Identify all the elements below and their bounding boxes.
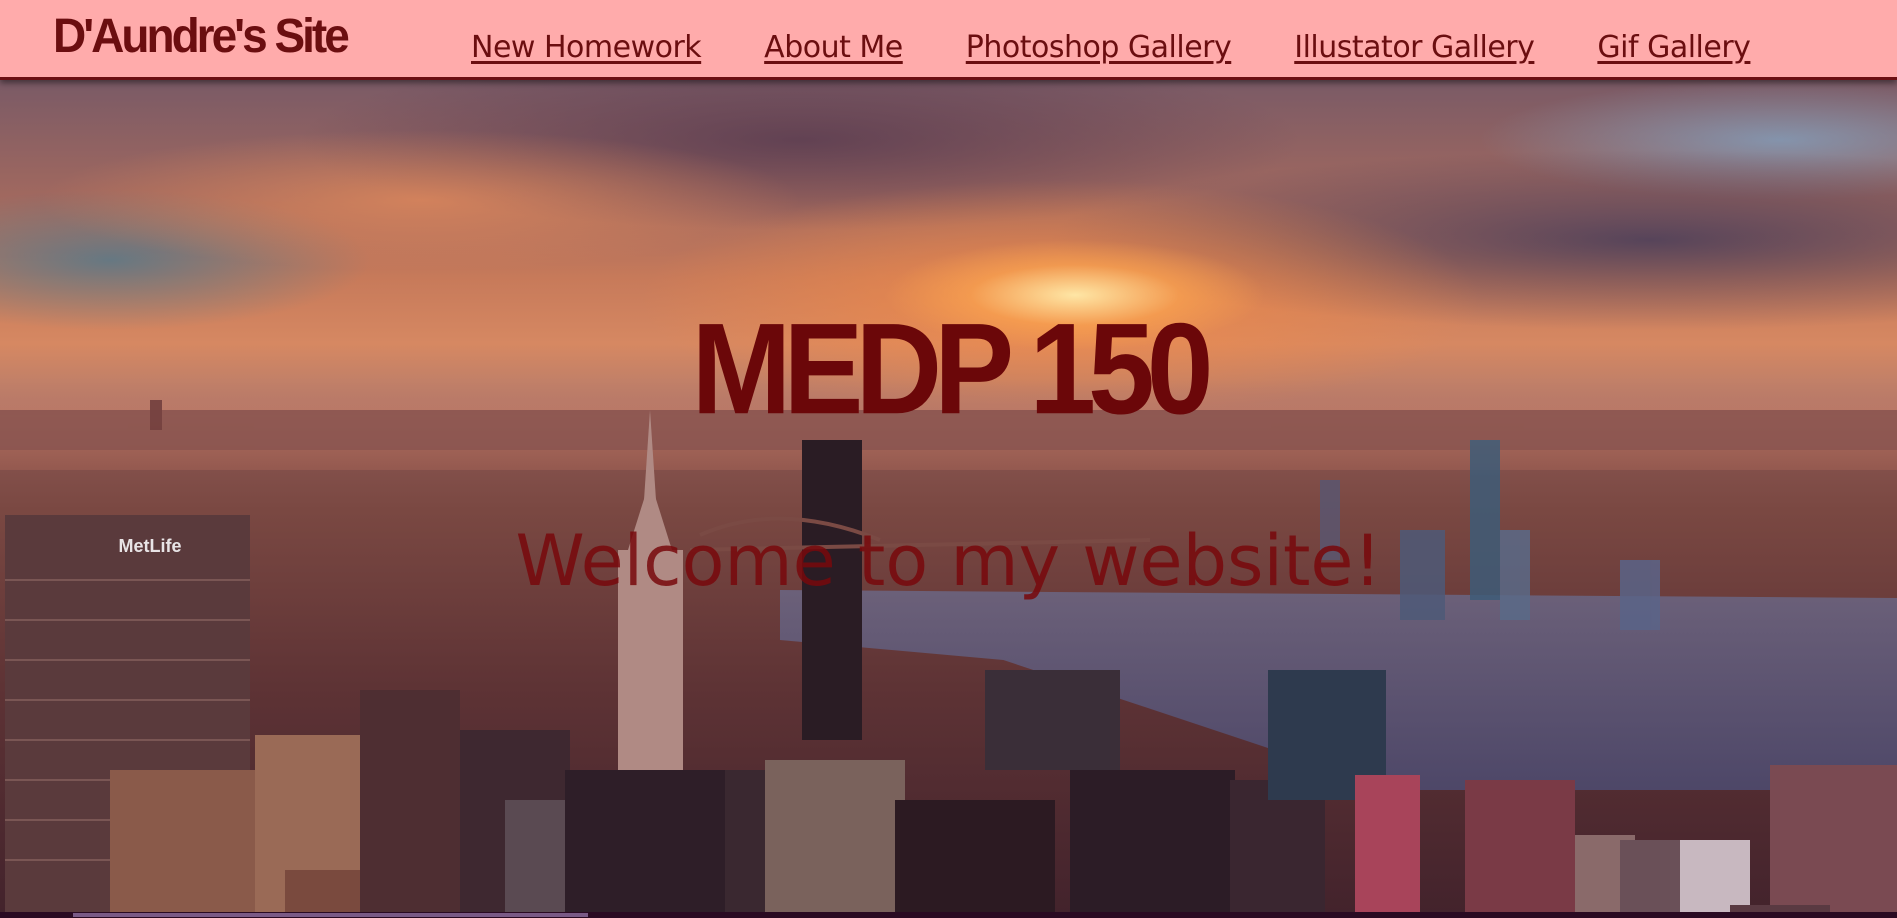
site-brand[interactable]: D'Aundre's Site xyxy=(53,7,350,64)
hero-banner: MetLife MEDP 150 Welcome to my website! xyxy=(0,80,1897,912)
nav-link-photoshop-gallery[interactable]: Photoshop Gallery xyxy=(966,30,1232,65)
nav-link-gif-gallery[interactable]: Gif Gallery xyxy=(1597,30,1751,65)
hero-subtitle: Welcome to my website! xyxy=(515,520,1382,602)
scrollbar-thumb[interactable] xyxy=(73,913,588,917)
city-skyline-illustration: MetLife xyxy=(0,400,1897,912)
nav-link-about-me[interactable]: About Me xyxy=(764,30,903,65)
nav-link-new-homework[interactable]: New Homework xyxy=(471,30,702,65)
nav-link-illustrator-gallery[interactable]: Illustator Gallery xyxy=(1294,30,1535,65)
nav-links: New Homework About Me Photoshop Gallery … xyxy=(471,30,1751,65)
hero-title: MEDP 150 xyxy=(691,296,1213,442)
top-navbar: D'Aundre's Site New Homework About Me Ph… xyxy=(0,0,1897,80)
